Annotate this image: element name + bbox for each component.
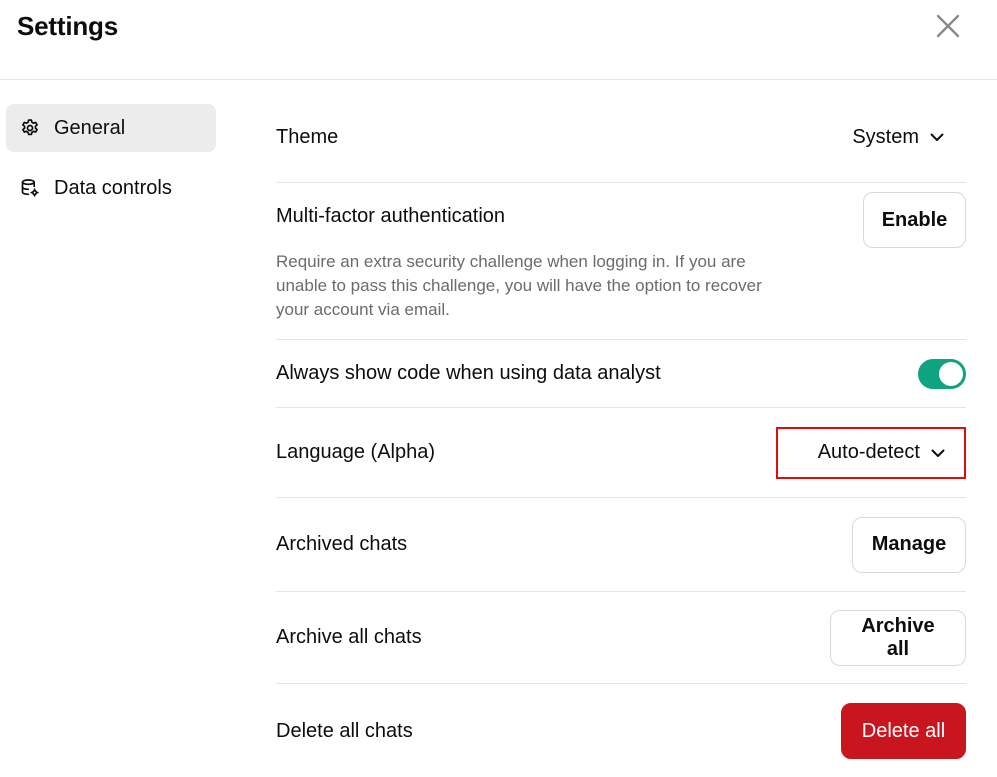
sidebar-item-label: General: [54, 116, 126, 139]
mfa-description: Require an extra security challenge when…: [276, 252, 762, 319]
settings-content: Theme System Multi-factor authentication…: [276, 92, 966, 777]
mfa-row: Multi-factor authentication Require an e…: [276, 183, 966, 340]
archived-chats-label: Archived chats: [276, 533, 408, 555]
archived-chats-row: Archived chats Manage: [276, 498, 966, 592]
manage-archived-button[interactable]: Manage: [852, 516, 966, 573]
archive-all-row: Archive all chats Archive all: [276, 592, 966, 684]
language-row: Language (Alpha) Auto-detect: [276, 408, 966, 498]
mfa-label: Multi-factor authentication: [276, 205, 506, 227]
show-code-label: Always show code when using data analyst: [276, 362, 661, 384]
language-label: Language (Alpha): [276, 441, 436, 463]
sidebar-item-data-controls[interactable]: Data controls: [6, 164, 216, 212]
delete-all-button[interactable]: Delete all: [841, 703, 966, 759]
delete-all-row: Delete all chats Delete all: [276, 684, 966, 777]
close-icon: [936, 14, 960, 38]
language-select[interactable]: Auto-detect: [776, 426, 966, 479]
delete-all-label: Delete all chats: [276, 719, 413, 742]
theme-select[interactable]: System: [852, 126, 945, 149]
chevron-down-icon: [929, 129, 945, 145]
settings-header: Settings: [0, 0, 997, 80]
sidebar-item-label: Data controls: [54, 176, 172, 199]
archive-all-button[interactable]: Archive all: [830, 609, 966, 666]
show-code-row: Always show code when using data analyst: [276, 340, 966, 408]
toggle-knob: [939, 361, 963, 386]
settings-sidebar: General Data controls: [6, 104, 216, 224]
database-gear-icon: [20, 178, 40, 198]
theme-row: Theme System: [276, 92, 966, 183]
theme-label: Theme: [276, 125, 339, 148]
close-button[interactable]: [928, 6, 968, 46]
enable-mfa-button[interactable]: Enable: [863, 192, 966, 248]
gear-icon: [20, 118, 40, 138]
archive-all-label: Archive all chats: [276, 626, 422, 648]
show-code-toggle[interactable]: [918, 358, 966, 389]
sidebar-item-general[interactable]: General: [6, 104, 216, 152]
page-title: Settings: [17, 11, 118, 41]
theme-value: System: [852, 125, 919, 148]
chevron-down-icon: [930, 445, 946, 461]
language-value: Auto-detect: [817, 441, 920, 463]
